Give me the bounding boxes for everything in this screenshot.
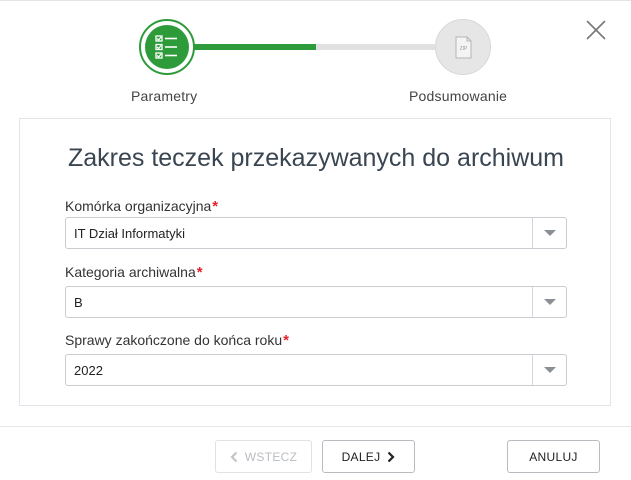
wizard-stepper: ZIP Parametry Podsumowanie — [0, 1, 631, 119]
field-label-text: Kategoria archiwalna — [65, 264, 196, 280]
zip-label: ZIP — [460, 46, 468, 52]
chevron-right-icon — [388, 451, 395, 462]
chevron-down-icon — [544, 230, 556, 236]
field-label-sprawy: Sprawy zakończone do końca roku* — [65, 332, 289, 349]
step-parametry[interactable] — [139, 19, 195, 75]
back-button[interactable]: WSTECZ — [215, 440, 312, 473]
chevron-left-icon — [230, 451, 238, 462]
step-label-podsumowanie: Podsumowanie — [409, 88, 508, 104]
checklist-icon — [155, 35, 177, 59]
zip-file-icon: ZIP — [455, 36, 472, 59]
rok-select[interactable]: 2022 — [65, 354, 567, 386]
step-label-parametry: Parametry — [131, 88, 198, 104]
kategoria-select[interactable]: B — [65, 286, 567, 318]
required-marker: * — [212, 198, 219, 215]
dropdown-toggle[interactable] — [532, 287, 566, 317]
page-title: Zakres teczek przekazywanych do archiwum — [67, 144, 565, 172]
field-label-text: Sprawy zakończone do końca roku — [65, 332, 283, 348]
dialog-footer: WSTECZ DALEJ ANULUJ — [0, 426, 631, 480]
dropdown-toggle[interactable] — [532, 218, 566, 248]
required-marker: * — [196, 264, 203, 281]
back-button-label: WSTECZ — [244, 449, 298, 464]
form-panel: Zakres teczek przekazywanych do archiwum… — [19, 118, 611, 406]
dropdown-toggle[interactable] — [532, 355, 566, 385]
step-podsumowanie[interactable]: ZIP — [435, 19, 491, 75]
field-label-text: Komórka organizacyjna — [65, 198, 212, 214]
komorka-select[interactable]: IT Dział Informatyki — [65, 217, 567, 249]
cancel-button-label: ANULUJ — [529, 449, 578, 464]
next-button[interactable]: DALEJ — [322, 440, 415, 473]
progress-fill — [192, 44, 316, 50]
select-value: IT Dział Informatyki — [74, 226, 186, 241]
select-value: 2022 — [74, 363, 103, 378]
required-marker: * — [283, 332, 289, 349]
chevron-down-icon — [544, 299, 556, 305]
chevron-down-icon — [544, 367, 556, 373]
next-button-label: DALEJ — [341, 449, 381, 464]
cancel-button[interactable]: ANULUJ — [507, 440, 600, 473]
select-value: B — [74, 295, 83, 310]
field-label-kategoria: Kategoria archiwalna* — [65, 264, 203, 281]
archive-wizard-dialog: ZIP Parametry Podsumowanie Zakres teczek… — [0, 0, 631, 480]
field-label-komorka: Komórka organizacyjna* — [65, 198, 218, 215]
